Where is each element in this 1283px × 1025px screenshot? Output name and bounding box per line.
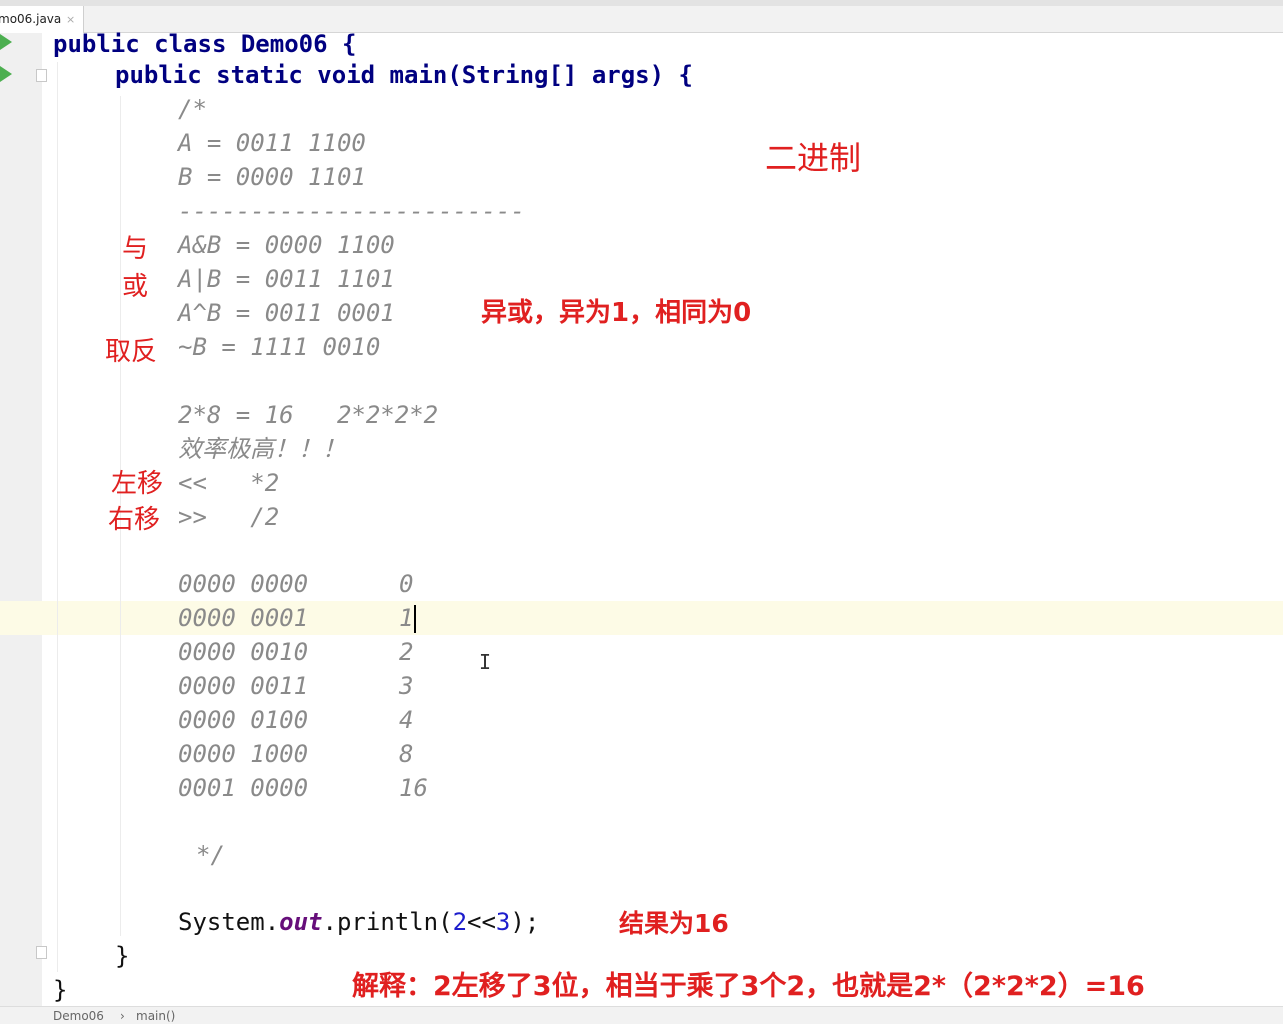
binary-value[interactable]: 8 (399, 737, 413, 771)
comment-not-line[interactable]: ~B = 1111 0010 (178, 330, 380, 364)
class-declaration-text[interactable]: public class Demo06 { (53, 30, 356, 58)
binary-value[interactable]: 3 (399, 669, 413, 703)
fold-icon[interactable] (36, 69, 47, 82)
annotation-shift-left: 左移 (111, 469, 164, 499)
comment-shift-right[interactable]: >> /2 (178, 500, 279, 534)
binary-bits[interactable]: 0000 0000 (178, 567, 308, 601)
binary-value[interactable]: 16 (399, 771, 428, 805)
binary-bits[interactable]: 0000 1000 (178, 737, 308, 771)
binary-bits[interactable]: 0000 0001 (178, 601, 308, 635)
println-op[interactable]: << (467, 908, 496, 936)
annotation-or: 或 (122, 272, 149, 302)
main-declaration[interactable]: public static void main(String[] args) { (115, 58, 693, 92)
annotation-and: 与 (122, 234, 149, 264)
indent-guide (57, 62, 58, 972)
comment-or-line[interactable]: A|B = 0011 1101 (178, 262, 395, 296)
fold-icon[interactable] (36, 946, 47, 959)
println-arg1[interactable]: 2 (453, 908, 467, 936)
text-cursor-icon: I (479, 650, 492, 674)
println-suffix[interactable]: ); (510, 908, 539, 936)
main-declaration-text[interactable]: public static void main(String[] args) { (115, 61, 693, 89)
println-field[interactable]: out (279, 908, 322, 936)
comment-xor-line[interactable]: A^B = 0011 0001 (178, 296, 395, 330)
run-class-icon[interactable] (0, 34, 12, 50)
binary-value[interactable]: 2 (399, 635, 413, 669)
breadcrumb-separator-icon: › (120, 1009, 125, 1023)
editor-gutter (0, 33, 42, 1006)
breadcrumb: Demo06 › main() (0, 1006, 1283, 1024)
binary-bits[interactable]: 0000 0010 (178, 635, 308, 669)
binary-value-current[interactable]: 1 (399, 601, 417, 635)
class-declaration[interactable]: public class Demo06 { (53, 27, 356, 61)
comment-a-def[interactable]: A = 0011 1100 (178, 126, 366, 160)
println-prefix[interactable]: System. (178, 908, 279, 936)
class-close-brace[interactable]: } (53, 973, 67, 1007)
annotation-xor-note: 异或，异为1，相同为0 (481, 298, 752, 328)
comment-mult-line[interactable]: 2*8 = 16 2*2*2*2 (178, 398, 438, 432)
annotation-binary: 二进制 (765, 139, 862, 177)
method-close-brace[interactable]: } (115, 939, 129, 973)
binary-value[interactable]: 4 (399, 703, 413, 737)
binary-bits[interactable]: 0001 0000 (178, 771, 308, 805)
annotation-explanation: 解释：2左移了3位，相当于乘了3个2，也就是2*（2*2*2）=16 (352, 971, 1145, 1002)
println-statement[interactable]: System.out.println(2<<3); (178, 905, 539, 939)
comment-shift-left[interactable]: << *2 (178, 466, 279, 500)
binary-bits[interactable]: 0000 0011 (178, 669, 308, 703)
comment-b-def[interactable]: B = 0000 1101 (178, 160, 366, 194)
comment-open[interactable]: /* (178, 92, 207, 126)
binary-bits[interactable]: 0000 0100 (178, 703, 308, 737)
println-method[interactable]: .println( (323, 908, 453, 936)
annotation-shift-right: 右移 (108, 505, 161, 535)
run-main-icon[interactable] (0, 66, 12, 82)
tab-bar-top-strip (0, 0, 1283, 6)
annotation-result: 结果为16 (619, 909, 729, 938)
binary-value[interactable]: 1 (399, 604, 413, 632)
println-arg2[interactable]: 3 (496, 908, 510, 936)
binary-value[interactable]: 0 (399, 567, 413, 601)
comment-and-line[interactable]: A&B = 0000 1100 (178, 228, 395, 262)
comment-dashes[interactable]: ------------------------ (178, 194, 525, 228)
breadcrumb-method[interactable]: main() (136, 1007, 175, 1025)
comment-close[interactable]: */ (196, 838, 225, 872)
annotation-not: 取反 (105, 337, 158, 367)
breadcrumb-class[interactable]: Demo06 (53, 1007, 104, 1025)
text-caret (414, 605, 417, 633)
comment-efficiency[interactable]: 效率极高！！！ (178, 432, 346, 466)
